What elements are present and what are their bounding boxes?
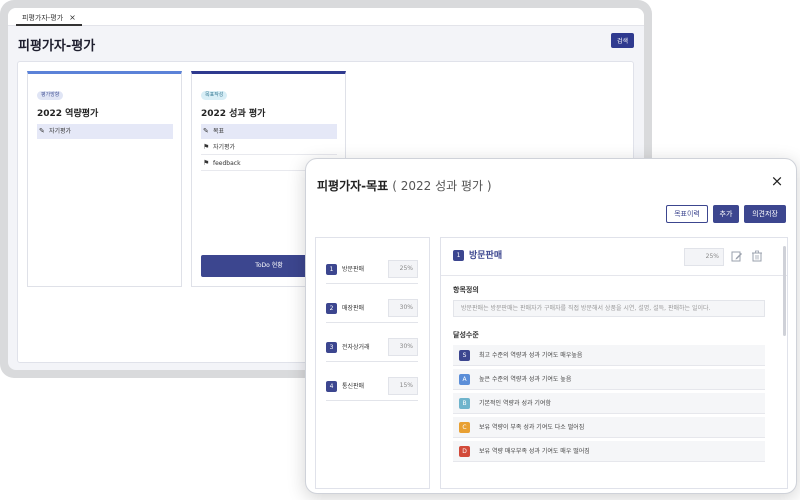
goal-weight: 30% bbox=[388, 299, 418, 317]
grade-badge: B bbox=[459, 398, 470, 409]
tab-bar: 피평가자-평가 × bbox=[8, 8, 644, 26]
tab-close-icon[interactable]: × bbox=[69, 13, 76, 22]
goal-label: 전자상거래 bbox=[342, 344, 370, 351]
search-button[interactable]: 검색 bbox=[611, 33, 634, 48]
grade-badge: D bbox=[459, 446, 470, 457]
goal-label: 방문판매 bbox=[342, 266, 365, 273]
modal-title: 피평가자-목표( 2022 성과 평가 ) bbox=[317, 177, 492, 194]
goal-number: 2 bbox=[326, 303, 337, 314]
goal-label: 매장판매 bbox=[342, 305, 365, 312]
grade-badge: C bbox=[459, 422, 470, 433]
trash-icon[interactable] bbox=[751, 250, 763, 262]
goal-item[interactable]: 3 전자상거래 30% bbox=[326, 330, 418, 362]
goal-weight-input[interactable]: 25% bbox=[684, 248, 724, 266]
pencil-icon: ✎ bbox=[39, 127, 45, 135]
goal-detail-header: 1 방문판매 25% bbox=[441, 238, 787, 276]
goal-weight: 30% bbox=[388, 338, 418, 356]
card-item-label: 자기평가 bbox=[213, 144, 236, 151]
level-text: 높은 수준의 역량과 성과 기여도 높음 bbox=[479, 376, 572, 383]
status-badge: 평가방향 bbox=[37, 91, 64, 100]
scrollbar[interactable] bbox=[783, 246, 786, 336]
definition-label: 항목정의 bbox=[453, 286, 479, 294]
grade-badge: S bbox=[459, 350, 470, 361]
level-row: S 최고 수준의 역량과 성과 기여도 매우높음 bbox=[453, 345, 765, 366]
card-title: 2022 성과 평가 bbox=[201, 109, 266, 119]
goal-weight: 25% bbox=[388, 260, 418, 278]
goal-detail: 1 방문판매 25% 항목정의 방문판매는 방문판매는 판매자가 구매자를 직접… bbox=[440, 237, 788, 489]
level-row: D 보유 역량 매우부족 성과 기여도 매우 떨어짐 bbox=[453, 441, 765, 462]
level-text: 보유 역량 매우부족 성과 기여도 매우 떨어짐 bbox=[479, 448, 590, 455]
goal-weight: 15% bbox=[388, 377, 418, 395]
goal-number: 1 bbox=[453, 250, 464, 261]
status-badge: 목표작성 bbox=[201, 91, 228, 100]
goal-list: 1 방문판매 25% 2 매장판매 30% 3 전자상거래 30% 4 통신판매… bbox=[315, 237, 430, 489]
goal-number: 3 bbox=[326, 342, 337, 353]
goal-number: 1 bbox=[326, 264, 337, 275]
page-title: 피평가자-평가 bbox=[18, 39, 96, 54]
tab-label: 피평가자-평가 bbox=[22, 14, 64, 22]
save-opinion-button[interactable]: 의견저장 bbox=[744, 205, 786, 223]
goal-label: 통신판매 bbox=[342, 383, 365, 390]
goal-number: 4 bbox=[326, 381, 337, 392]
level-text: 보유 역량이 부족 성과 기여도 다소 떨어짐 bbox=[479, 424, 585, 431]
edit-icon[interactable] bbox=[731, 250, 743, 262]
flag-icon: ⚑ bbox=[203, 159, 210, 167]
card-item-label: feedback bbox=[213, 160, 241, 167]
level-row: C 보유 역량이 부족 성과 기여도 다소 떨어짐 bbox=[453, 417, 765, 438]
levels-label: 달성수준 bbox=[453, 331, 479, 339]
goal-item[interactable]: 2 매장판매 30% bbox=[326, 291, 418, 323]
competency-eval-card: 평가방향 2022 역량평가 ✎ 자기평가 bbox=[27, 71, 182, 287]
pencil-icon: ✎ bbox=[203, 127, 209, 135]
card-item-self-eval[interactable]: ✎ 자기평가 bbox=[37, 124, 173, 139]
grade-badge: A bbox=[459, 374, 470, 385]
card-item-goal[interactable]: ✎ 목표 bbox=[201, 124, 337, 139]
goal-item[interactable]: 1 방문판매 25% bbox=[326, 252, 418, 284]
card-item-label: 목표 bbox=[213, 128, 225, 135]
flag-icon: ⚑ bbox=[203, 143, 210, 151]
definition-field[interactable]: 방문판매는 방문판매는 판매자가 구매자를 직접 방문해서 상품을 시연, 설명… bbox=[453, 300, 765, 317]
goal-history-button[interactable]: 목표이력 bbox=[666, 205, 708, 223]
level-text: 최고 수준의 역량과 성과 기여도 매우높음 bbox=[479, 352, 583, 359]
goal-modal: 피평가자-목표( 2022 성과 평가 ) × 목표이력 추가 의견저장 1 방… bbox=[305, 158, 797, 494]
tab-evaluation[interactable]: 피평가자-평가 × bbox=[16, 11, 82, 26]
add-button[interactable]: 추가 bbox=[713, 205, 739, 223]
goal-title: 방문판매 bbox=[469, 251, 503, 261]
card-title: 2022 역량평가 bbox=[37, 109, 99, 119]
level-row: A 높은 수준의 역량과 성과 기여도 높음 bbox=[453, 369, 765, 390]
card-item-label: 자기평가 bbox=[49, 128, 72, 135]
modal-subtitle: ( 2022 성과 평가 ) bbox=[392, 179, 492, 193]
card-item-self-eval[interactable]: ⚑ 자기평가 bbox=[201, 140, 337, 155]
goal-item[interactable]: 4 통신판매 15% bbox=[326, 369, 418, 401]
modal-title-text: 피평가자-목표 bbox=[317, 179, 389, 193]
level-row: B 기본적인 역량과 성과 기여함 bbox=[453, 393, 765, 414]
level-text: 기본적인 역량과 성과 기여함 bbox=[479, 400, 551, 407]
close-icon[interactable]: × bbox=[770, 174, 784, 189]
